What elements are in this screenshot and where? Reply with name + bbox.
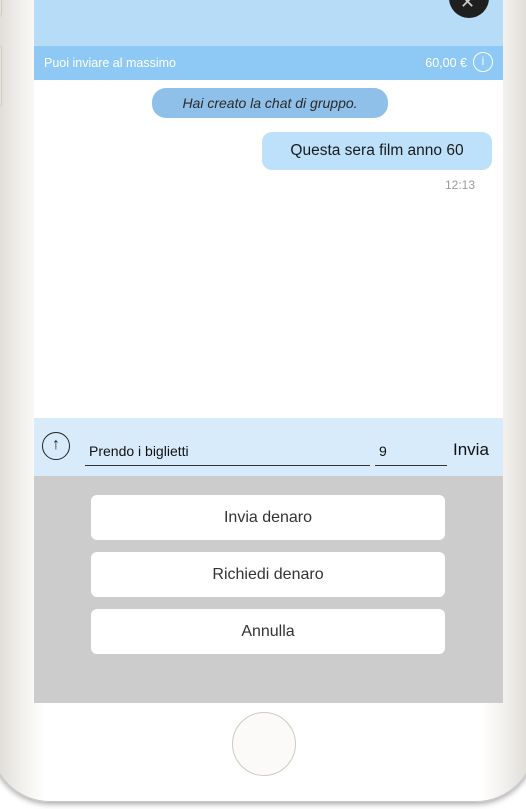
home-button[interactable]	[232, 712, 296, 776]
send-money-button[interactable]: Invia denaro	[91, 495, 445, 540]
composer-bar: ↑ Invia	[34, 418, 503, 476]
arrow-up-icon[interactable]: ↑	[42, 432, 70, 460]
send-limit-bar: Puoi inviare al massimo 60,00 € i	[34, 46, 503, 80]
system-message: Hai creato la chat di gruppo.	[152, 88, 388, 118]
volume-down-button	[0, 45, 2, 107]
cancel-button[interactable]: Annulla	[91, 609, 445, 654]
send-limit-label: Puoi inviare al massimo	[44, 56, 176, 70]
send-button[interactable]: Invia	[453, 440, 489, 460]
app-screen: ✕ Puoi inviare al massimo 60,00 € i Hai …	[34, 0, 503, 703]
volume-up-button	[0, 0, 2, 17]
message-timestamp: 12:13	[444, 178, 475, 192]
action-sheet: Invia denaro Richiedi denaro Annulla	[34, 476, 503, 703]
chat-area: Hai creato la chat di gruppo. Questa ser…	[34, 80, 503, 418]
request-money-button[interactable]: Richiedi denaro	[91, 552, 445, 597]
amount-input[interactable]	[375, 436, 447, 466]
info-icon[interactable]: i	[473, 52, 493, 72]
close-button[interactable]: ✕	[449, 0, 489, 18]
send-limit-amount: 60,00 €	[425, 56, 467, 70]
message-input[interactable]	[85, 436, 370, 466]
header-strip: ✕	[34, 0, 503, 46]
outgoing-message-bubble[interactable]: Questa sera film anno 60	[262, 132, 492, 170]
close-icon: ✕	[460, 0, 476, 12]
